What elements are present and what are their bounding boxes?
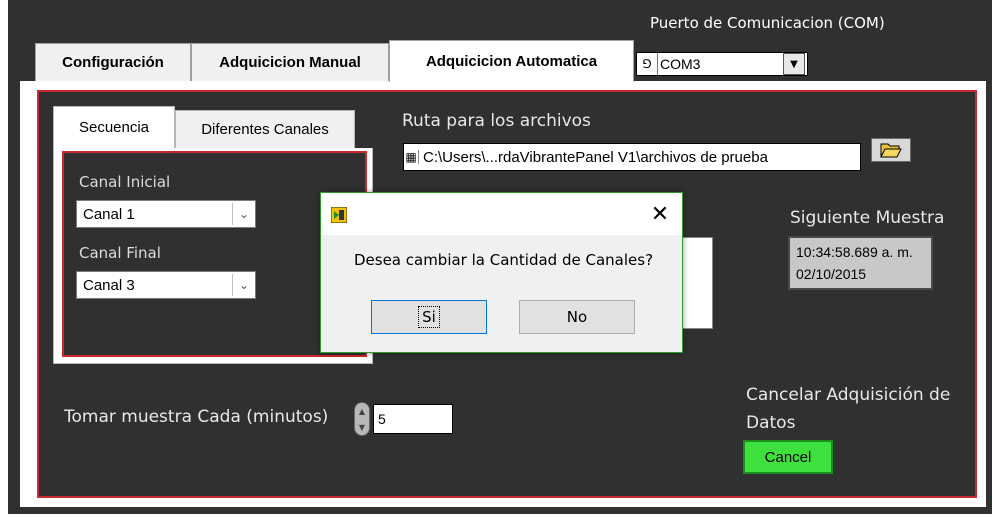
chevron-down-icon[interactable]: ⌄	[232, 274, 255, 296]
decrement-arrow-icon[interactable]: ▼	[359, 423, 365, 432]
ruta-path-value: C:\Users\...rdaVibrantePanel V1\archivos…	[423, 148, 768, 166]
tab-secuencia[interactable]: Secuencia	[53, 106, 175, 148]
io-icon: ⅁	[637, 53, 658, 75]
com-port-value: COM3	[660, 56, 701, 72]
cancelar-label: Cancelar Adquisición de Datos	[746, 385, 951, 433]
dropdown-arrow-icon[interactable]: ▼	[783, 53, 805, 75]
canal-final-select[interactable]: Canal 3 ⌄	[76, 271, 256, 299]
path-icon: ▦	[404, 150, 419, 164]
confirm-dialog: ✕ Desea cambiar la Cantidad de Canales? …	[320, 192, 683, 353]
ruta-path-field[interactable]: ▦ C:\Users\...rdaVibrantePanel V1\archiv…	[403, 143, 861, 171]
tomar-muestra-input[interactable]: 5	[373, 404, 453, 434]
tab-diferentes-canales[interactable]: Diferentes Canales	[175, 110, 355, 148]
tomar-muestra-label: Tomar muestra Cada (minutos)	[64, 407, 329, 427]
siguiente-time: 10:34:58.689 a. m.	[796, 244, 913, 260]
tab-adquicicion-automatica[interactable]: Adquicicion Automatica	[389, 40, 634, 82]
tomar-muestra-stepper[interactable]: ▲ ▼	[354, 402, 370, 436]
yes-button[interactable]: Si	[371, 300, 487, 334]
increment-arrow-icon[interactable]: ▲	[359, 407, 365, 416]
siguiente-date: 02/10/2015	[796, 266, 867, 282]
tab-configuracion[interactable]: Configuración	[35, 43, 191, 81]
cancel-button[interactable]: Cancel	[743, 440, 833, 474]
canal-inicial-select[interactable]: Canal 1 ⌄	[76, 200, 256, 228]
ruta-label: Ruta para los archivos	[402, 111, 591, 131]
tab-adquicicion-manual[interactable]: Adquicicion Manual	[191, 43, 389, 81]
canal-final-label: Canal Final	[79, 244, 161, 262]
com-port-select[interactable]: ⅁ COM3 ▼	[636, 52, 808, 76]
siguiente-muestra-label: Siguiente Muestra	[790, 208, 945, 228]
labview-icon	[331, 207, 347, 223]
folder-open-icon	[880, 143, 902, 158]
no-button[interactable]: No	[519, 300, 635, 334]
canal-inicial-value: Canal 1	[83, 205, 135, 223]
chevron-down-icon[interactable]: ⌄	[232, 203, 255, 225]
siguiente-muestra-display: 10:34:58.689 a. m. 02/10/2015	[788, 236, 933, 290]
browse-folder-button[interactable]	[871, 138, 911, 162]
close-icon[interactable]: ✕	[647, 201, 673, 227]
canal-final-value: Canal 3	[83, 276, 135, 294]
yes-button-label: Si	[418, 306, 440, 328]
canal-inicial-label: Canal Inicial	[79, 173, 171, 191]
dialog-message: Desea cambiar la Cantidad de Canales?	[353, 251, 654, 269]
com-port-label: Puerto de Comunicacion (COM)	[650, 14, 885, 32]
dialog-titlebar	[321, 193, 682, 235]
